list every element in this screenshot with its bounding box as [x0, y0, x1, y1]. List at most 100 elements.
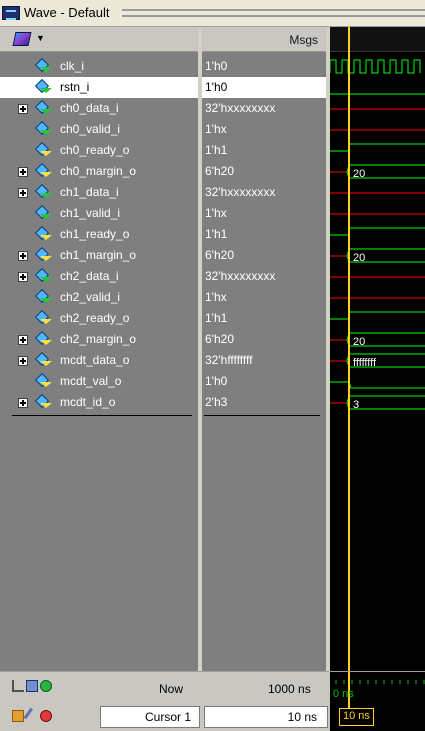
signal-row-ch2_ready_o[interactable]: ch2_ready_o: [0, 308, 198, 329]
value-row-ch2_ready_o[interactable]: 1'h1: [202, 308, 326, 329]
signal-row-mcdt_val_o[interactable]: mcdt_val_o: [0, 371, 198, 392]
output-signal-icon: [34, 309, 52, 325]
value-row-ch1_data_i[interactable]: 32'hxxxxxxxx: [202, 182, 326, 203]
list-end-divider: [12, 415, 192, 416]
delete-cursor-icon[interactable]: [40, 710, 52, 722]
signal-row-ch1_data_i[interactable]: ch1_data_i: [0, 182, 198, 203]
signal-value: 1'h1: [205, 143, 228, 157]
expand-plus-icon[interactable]: [18, 188, 28, 198]
signal-value: 1'h0: [205, 59, 228, 73]
signal-row-ch1_valid_i[interactable]: ch1_valid_i: [0, 203, 198, 224]
value-row-rstn_i[interactable]: 1'h0: [202, 77, 326, 98]
expand-plus-icon[interactable]: [18, 356, 28, 366]
chevron-down-icon[interactable]: ▼: [36, 33, 45, 43]
signal-value: 32'hffffffff: [205, 353, 253, 367]
value-row-ch0_data_i[interactable]: 32'hxxxxxxxx: [202, 98, 326, 119]
expand-plus-icon[interactable]: [18, 251, 28, 261]
signal-row-ch2_data_i[interactable]: ch2_data_i: [0, 266, 198, 287]
expand-plus-icon[interactable]: [18, 272, 28, 282]
waveform-canvas[interactable]: 20 20 20 ffffffff 3: [330, 27, 425, 671]
signal-value: 32'hxxxxxxxx: [205, 185, 276, 199]
signal-value: 32'hxxxxxxxx: [205, 101, 276, 115]
title-bar: Wave - Default: [0, 0, 425, 27]
output-signal-icon: [34, 162, 52, 178]
cursor-name-field[interactable]: Cursor 1: [100, 706, 200, 728]
value-row-ch1_ready_o[interactable]: 1'h1: [202, 224, 326, 245]
signal-row-mcdt_id_o[interactable]: mcdt_id_o: [0, 392, 198, 413]
signal-value: 1'h1: [205, 227, 228, 241]
wave-clk_i: [330, 59, 421, 74]
signal-tools-icon[interactable]: [12, 32, 32, 46]
signal-values-pane: Msgs 1'h0 1'h0 32'hxxxxxxxx 1'hx 1'h1 6'h20 32…: [202, 27, 328, 671]
signal-name: ch1_valid_i: [60, 206, 121, 220]
signal-name: ch0_ready_o: [60, 143, 130, 157]
add-cursor-icon[interactable]: [40, 680, 52, 692]
signal-row-ch1_margin_o[interactable]: ch1_margin_o: [0, 245, 198, 266]
wave-ch2_ready_o: [330, 311, 425, 320]
value-row-ch2_valid_i[interactable]: 1'hx: [202, 287, 326, 308]
signal-value: 6'h20: [205, 164, 234, 178]
output-signal-icon: [34, 141, 52, 157]
cursor-time-field[interactable]: 10 ns: [204, 706, 328, 728]
signal-name: ch1_data_i: [60, 185, 119, 199]
time-ruler[interactable]: 0 ns 10 ns: [330, 672, 425, 731]
signal-row-rstn_i[interactable]: rstn_i: [0, 77, 198, 98]
save-icon[interactable]: [26, 680, 38, 692]
signal-row-clk_i[interactable]: clk_i: [0, 56, 198, 77]
signal-value: 1'hx: [205, 290, 227, 304]
wave-ch0_ready_o: [330, 143, 425, 152]
edit-cursor-icon[interactable]: [23, 707, 41, 725]
value-row-ch0_margin_o[interactable]: 6'h20: [202, 161, 326, 182]
signal-row-ch0_data_i[interactable]: ch0_data_i: [0, 98, 198, 119]
names-header: ▼: [0, 27, 198, 52]
signal-value: 2'h3: [205, 395, 228, 409]
lock-icon[interactable]: [12, 710, 24, 722]
wave-mcdt_val_o: [330, 381, 425, 389]
value-row-mcdt_data_o[interactable]: 32'hffffffff: [202, 350, 326, 371]
signal-value: 6'h20: [205, 248, 234, 262]
signal-row-ch1_ready_o[interactable]: ch1_ready_o: [0, 224, 198, 245]
signal-row-ch0_margin_o[interactable]: ch0_margin_o: [0, 161, 198, 182]
value-row-mcdt_val_o[interactable]: 1'h0: [202, 371, 326, 392]
signal-name: ch2_margin_o: [60, 332, 137, 346]
wave-label: 20: [353, 168, 365, 180]
wave-zoom-icon[interactable]: [12, 680, 24, 692]
signal-row-ch2_margin_o[interactable]: ch2_margin_o: [0, 329, 198, 350]
msgs-label: Msgs: [289, 33, 318, 47]
output-signal-icon: [34, 372, 52, 388]
value-row-ch1_valid_i[interactable]: 1'hx: [202, 203, 326, 224]
now-label: Now: [159, 682, 184, 696]
wave-label: 20: [353, 336, 365, 348]
cursor-label: Cursor 1: [144, 710, 191, 724]
signal-row-ch0_valid_i[interactable]: ch0_valid_i: [0, 119, 198, 140]
value-row-clk_i[interactable]: 1'h0: [202, 56, 326, 77]
input-signal-icon: [34, 267, 52, 283]
cursor-time-flag[interactable]: 10 ns: [339, 708, 374, 726]
signal-name: ch1_ready_o: [60, 227, 130, 241]
output-signal-icon: [34, 246, 52, 262]
now-toolbar: [8, 678, 68, 694]
signal-row-ch0_ready_o[interactable]: ch0_ready_o: [0, 140, 198, 161]
waveform-pane[interactable]: 20 20 20 ffffffff 3: [330, 27, 425, 671]
expand-plus-icon[interactable]: [18, 398, 28, 408]
signal-name: ch1_margin_o: [60, 248, 137, 262]
value-row-ch1_margin_o[interactable]: 6'h20: [202, 245, 326, 266]
value-row-ch2_data_i[interactable]: 32'hxxxxxxxx: [202, 266, 326, 287]
input-signal-icon: [34, 78, 52, 94]
value-row-ch0_ready_o[interactable]: 1'h1: [202, 140, 326, 161]
signal-name: ch2_data_i: [60, 269, 119, 283]
expand-plus-icon[interactable]: [18, 335, 28, 345]
signal-value: 1'hx: [205, 206, 227, 220]
signal-value: 1'h1: [205, 311, 228, 325]
title-grip[interactable]: [122, 9, 425, 17]
signal-value: 1'hx: [205, 122, 227, 136]
expand-plus-icon[interactable]: [18, 104, 28, 114]
value-row-ch2_margin_o[interactable]: 6'h20: [202, 329, 326, 350]
signal-row-ch2_valid_i[interactable]: ch2_valid_i: [0, 287, 198, 308]
value-row-ch0_valid_i[interactable]: 1'hx: [202, 119, 326, 140]
signal-row-mcdt_data_o[interactable]: mcdt_data_o: [0, 350, 198, 371]
signal-name: mcdt_val_o: [60, 374, 122, 388]
expand-plus-icon[interactable]: [18, 167, 28, 177]
output-signal-icon: [34, 351, 52, 367]
value-row-mcdt_id_o[interactable]: 2'h3: [202, 392, 326, 413]
